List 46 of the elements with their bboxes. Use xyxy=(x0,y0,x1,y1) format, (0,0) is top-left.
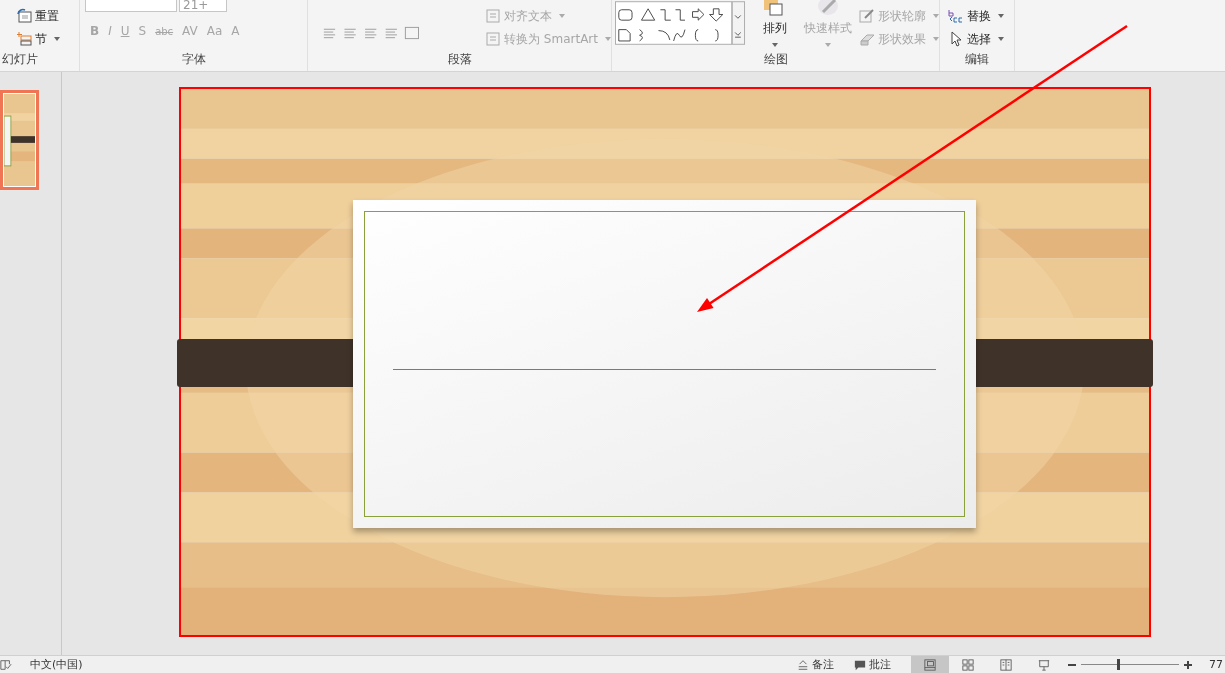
group-label: 编辑 xyxy=(964,51,990,68)
caret-icon xyxy=(825,43,831,47)
text-box-icon xyxy=(485,8,502,24)
caret-icon xyxy=(998,37,1004,41)
caret-icon xyxy=(933,37,939,41)
plus-icon xyxy=(1184,660,1192,669)
caret-icon xyxy=(998,14,1004,18)
brush-icon xyxy=(815,0,841,16)
slideshow-icon xyxy=(1038,658,1050,671)
spell-check-icon[interactable] xyxy=(0,658,12,671)
font-size-field[interactable]: 21+ xyxy=(179,0,227,12)
zoom-in-button[interactable] xyxy=(1183,659,1193,670)
notes-icon xyxy=(797,658,809,671)
caret-icon xyxy=(933,14,939,18)
group-label: 段落 xyxy=(446,51,473,68)
slider-thumb[interactable] xyxy=(1117,659,1121,670)
comments-button[interactable]: 批注 xyxy=(854,657,891,672)
cursor-icon xyxy=(948,31,964,47)
zoom-level[interactable]: 77 xyxy=(1209,658,1223,671)
reset-icon xyxy=(16,8,32,24)
ribbon-button[interactable]: 替换 xyxy=(948,7,1014,25)
reading-view-icon xyxy=(1000,658,1012,671)
normal-view-icon xyxy=(924,658,936,671)
pencil-icon xyxy=(859,8,875,24)
ribbon-button[interactable]: 节 xyxy=(16,30,79,48)
text-box-icon xyxy=(485,31,502,47)
caret-icon xyxy=(605,37,611,41)
comment-icon xyxy=(854,658,866,671)
group-label: 字体 xyxy=(180,51,207,68)
ribbon-button[interactable]: 重置 xyxy=(16,7,79,25)
font-name-field[interactable] xyxy=(85,0,177,12)
section-icon xyxy=(16,31,32,47)
caret-icon xyxy=(54,37,60,41)
eraser-icon xyxy=(859,31,875,47)
notes-button[interactable]: 备注 xyxy=(797,657,834,672)
caret-icon xyxy=(559,14,566,18)
replace-icon xyxy=(948,8,964,24)
ribbon-button[interactable]: 选择 xyxy=(948,30,1014,48)
group-label: 幻灯片 xyxy=(2,51,39,68)
language-label[interactable]: 中文(中国) xyxy=(30,657,83,672)
view-button[interactable] xyxy=(911,656,949,673)
arrange-button[interactable]: 排列 xyxy=(753,0,797,47)
group-label: 绘图 xyxy=(762,51,789,68)
grid-view-icon xyxy=(962,658,974,671)
caret-icon xyxy=(772,43,779,47)
shape-gallery[interactable] xyxy=(615,0,746,46)
